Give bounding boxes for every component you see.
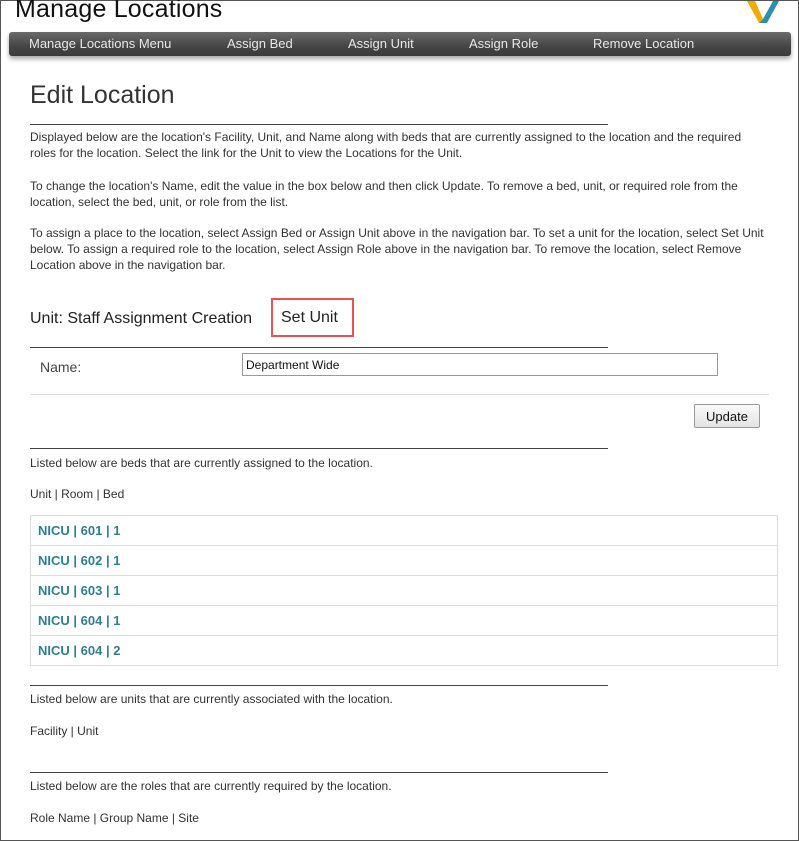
units-description: Listed below are units that are currentl… xyxy=(30,692,393,706)
beds-column-headers: Unit | Room | Bed xyxy=(30,487,125,501)
bed-list-item[interactable]: NICU | 604 | 1 xyxy=(30,606,778,636)
bed-list-item[interactable]: NICU | 602 | 1 xyxy=(30,546,778,576)
beds-description: Listed below are beds that are currently… xyxy=(30,456,373,470)
section-divider xyxy=(30,347,608,348)
section-divider xyxy=(30,124,608,125)
roles-description: Listed below are the roles that are curr… xyxy=(30,779,392,793)
app-window: Manage Locations Manage Locations Menu A… xyxy=(0,0,799,841)
form-divider xyxy=(30,394,769,395)
unit-label: Unit: Staff Assignment Creation xyxy=(30,310,253,327)
app-title: Manage Locations xyxy=(15,0,223,23)
nav-assign-unit[interactable]: Assign Unit xyxy=(348,36,414,51)
bed-list-item[interactable]: NICU | 601 | 1 xyxy=(30,516,778,546)
section-divider xyxy=(30,772,608,773)
set-unit-link[interactable]: Set Unit xyxy=(271,298,354,337)
bed-list-item[interactable]: NICU | 603 | 1 xyxy=(30,576,778,606)
update-button[interactable]: Update xyxy=(694,404,760,428)
roles-column-headers: Role Name | Group Name | Site xyxy=(30,811,199,825)
page-title: Edit Location xyxy=(30,81,175,109)
intro-paragraph: To assign a place to the location, selec… xyxy=(30,226,764,272)
intro-paragraph: To change the location's Name, edit the … xyxy=(30,179,738,209)
section-divider xyxy=(30,685,608,686)
name-label: Name: xyxy=(40,359,82,375)
units-column-headers: Facility | Unit xyxy=(30,724,99,738)
beds-list: NICU | 601 | 1 NICU | 602 | 1 NICU | 603… xyxy=(30,515,778,666)
intro-paragraph: Displayed below are the location's Facil… xyxy=(30,130,742,160)
name-input[interactable] xyxy=(242,353,718,376)
navigation-bar: Manage Locations Menu Assign Bed Assign … xyxy=(9,32,791,56)
nav-assign-bed[interactable]: Assign Bed xyxy=(227,36,293,51)
section-divider xyxy=(30,448,608,449)
bed-list-item[interactable]: NICU | 604 | 2 xyxy=(30,636,778,666)
brand-logo-icon xyxy=(747,1,779,23)
nav-manage-locations-menu[interactable]: Manage Locations Menu xyxy=(29,36,171,51)
nav-assign-role[interactable]: Assign Role xyxy=(469,36,538,51)
nav-remove-location[interactable]: Remove Location xyxy=(593,36,694,51)
